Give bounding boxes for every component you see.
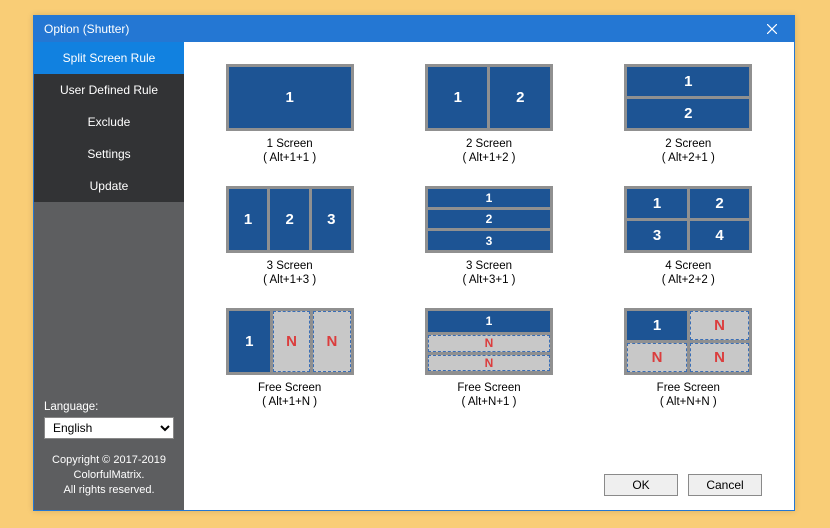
rule-hotkey: ( Alt+1+N ) <box>258 395 321 409</box>
close-button[interactable] <box>750 16 794 42</box>
rule-hotkey: ( Alt+1+2 ) <box>462 151 515 165</box>
rule-caption: Free Screen( Alt+N+N ) <box>657 381 720 410</box>
pane: 1 <box>627 67 749 96</box>
rule-cell[interactable]: 1 2 3 3 Screen( Alt+3+1 ) <box>425 186 553 288</box>
rule-caption: 2 Screen( Alt+2+1 ) <box>662 137 715 166</box>
rule-diagram: 1234 <box>624 186 752 253</box>
rule-hotkey: ( Alt+N+N ) <box>657 395 720 409</box>
rule-diagram: 1 2 3 <box>425 186 553 253</box>
pane: 4 <box>690 221 750 250</box>
close-icon <box>767 24 777 34</box>
pane-free: N <box>627 343 687 372</box>
pane: 1 <box>428 311 550 333</box>
cancel-button[interactable]: Cancel <box>688 474 762 496</box>
copyright-line: All rights reserved. <box>44 483 174 498</box>
pane: 2 <box>270 189 309 250</box>
rule-diagram: 1 <box>226 64 354 131</box>
sidebar-item[interactable]: Settings <box>34 138 184 170</box>
rule-grid: 11 Screen( Alt+1+1 )122 Screen( Alt+1+2 … <box>212 64 766 409</box>
rule-cell[interactable]: 1NNNFree Screen( Alt+N+N ) <box>624 308 752 410</box>
copyright-line: Copyright © 2017-2019 <box>44 453 174 468</box>
footer: OK Cancel <box>212 468 766 500</box>
rule-diagram: 1NN <box>226 308 354 375</box>
pane: 2 <box>428 210 550 228</box>
pane: 1 <box>627 189 687 218</box>
copyright-line: ColorfulMatrix. <box>44 468 174 483</box>
sidebar-item[interactable]: User Defined Rule <box>34 74 184 106</box>
main-panel: 11 Screen( Alt+1+1 )122 Screen( Alt+1+2 … <box>184 42 794 510</box>
rule-title: 2 Screen <box>662 137 715 151</box>
rule-hotkey: ( Alt+1+3 ) <box>263 273 316 287</box>
sidebar: Split Screen RuleUser Defined RuleExclud… <box>34 42 184 510</box>
rule-title: 3 Screen <box>263 259 316 273</box>
rule-diagram: 12 <box>425 64 553 131</box>
rule-title: 3 Screen <box>462 259 515 273</box>
pane: 1 <box>229 67 351 128</box>
sidebar-item[interactable]: Exclude <box>34 106 184 138</box>
pane: 1 <box>428 67 488 128</box>
pane-free: N <box>313 311 350 372</box>
rule-caption: Free Screen( Alt+N+1 ) <box>457 381 520 410</box>
pane: 1 <box>229 311 270 372</box>
rule-title: Free Screen <box>657 381 720 395</box>
rule-caption: 3 Screen( Alt+1+3 ) <box>263 259 316 288</box>
pane-free: N <box>428 355 550 372</box>
rule-title: Free Screen <box>258 381 321 395</box>
sidebar-item[interactable]: Update <box>34 170 184 202</box>
pane-free: N <box>690 343 750 372</box>
rule-hotkey: ( Alt+N+1 ) <box>457 395 520 409</box>
pane-free: N <box>690 311 750 340</box>
option-window: Option (Shutter) Split Screen RuleUser D… <box>33 15 795 511</box>
pane-free: N <box>273 311 310 372</box>
pane-free: N <box>428 335 550 352</box>
rule-caption: 4 Screen( Alt+2+2 ) <box>662 259 715 288</box>
window-title: Option (Shutter) <box>44 22 750 36</box>
pane: 3 <box>312 189 351 250</box>
rule-caption: 3 Screen( Alt+3+1 ) <box>462 259 515 288</box>
rule-cell[interactable]: 122 Screen( Alt+2+1 ) <box>624 64 752 166</box>
rule-caption: 2 Screen( Alt+1+2 ) <box>462 137 515 166</box>
pane: 2 <box>490 67 550 128</box>
rule-hotkey: ( Alt+1+1 ) <box>263 151 316 165</box>
sidebar-bottom: Language: English Copyright © 2017-2019 … <box>34 393 184 510</box>
rule-title: 4 Screen <box>662 259 715 273</box>
rule-title: 1 Screen <box>263 137 316 151</box>
rule-caption: 1 Screen( Alt+1+1 ) <box>263 137 316 166</box>
pane: 1 <box>428 189 550 207</box>
rule-title: 2 Screen <box>462 137 515 151</box>
rule-hotkey: ( Alt+2+2 ) <box>662 273 715 287</box>
rule-cell[interactable]: 12 2 Screen( Alt+1+2 ) <box>425 64 553 166</box>
pane: 1 <box>627 311 687 340</box>
pane: 1 <box>229 189 268 250</box>
pane: 2 <box>690 189 750 218</box>
language-select[interactable]: English <box>44 417 174 439</box>
pane: 2 <box>627 99 749 128</box>
rule-caption: Free Screen( Alt+1+N ) <box>258 381 321 410</box>
ok-button[interactable]: OK <box>604 474 678 496</box>
rule-cell[interactable]: 1NN Free Screen( Alt+1+N ) <box>226 308 354 410</box>
pane: 3 <box>428 231 550 249</box>
pane: 3 <box>627 221 687 250</box>
rule-cell[interactable]: 123 3 Screen( Alt+1+3 ) <box>226 186 354 288</box>
rule-hotkey: ( Alt+3+1 ) <box>462 273 515 287</box>
rule-cell[interactable]: 1 NN Free Screen( Alt+N+1 ) <box>425 308 553 410</box>
sidebar-spacer <box>34 202 184 393</box>
titlebar: Option (Shutter) <box>34 16 794 42</box>
rule-cell[interactable]: 1 1 Screen( Alt+1+1 ) <box>226 64 354 166</box>
rule-diagram: 1NNN <box>624 308 752 375</box>
window-body: Split Screen RuleUser Defined RuleExclud… <box>34 42 794 510</box>
sidebar-item[interactable]: Split Screen Rule <box>34 42 184 74</box>
copyright: Copyright © 2017-2019 ColorfulMatrix. Al… <box>44 453 174 498</box>
rule-hotkey: ( Alt+2+1 ) <box>662 151 715 165</box>
rule-diagram: 1 NN <box>425 308 553 375</box>
rule-title: Free Screen <box>457 381 520 395</box>
language-label: Language: <box>44 401 174 413</box>
rule-diagram: 123 <box>226 186 354 253</box>
rule-cell[interactable]: 1234 4 Screen( Alt+2+2 ) <box>624 186 752 288</box>
rule-diagram: 12 <box>624 64 752 131</box>
